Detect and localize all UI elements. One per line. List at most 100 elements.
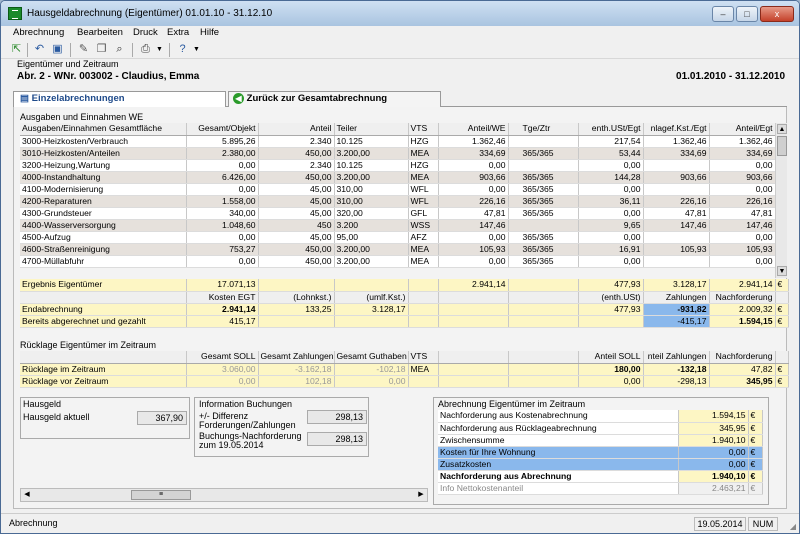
table-cell: 334,69 <box>643 147 710 160</box>
table-cell: 365/365 <box>508 171 579 184</box>
summary-header-lohn: (Lohnkst.) <box>258 291 335 304</box>
table-cell: 0,00 <box>186 183 259 196</box>
print-icon[interactable]: ⎙ <box>139 43 152 56</box>
undo-icon[interactable]: ↶ <box>33 43 46 56</box>
table-cell: MEA <box>408 171 439 184</box>
col-header-anteil-soll[interactable]: Anteil SOLL <box>578 351 644 364</box>
table-cell: 0,00 <box>709 255 776 268</box>
chevron-down-icon[interactable]: ▼ <box>190 43 203 56</box>
table-cell: 3200-Heizung,Wartung <box>20 159 187 172</box>
menu-abrechnung[interactable]: Abrechnung <box>13 27 64 38</box>
tab-einzelabrechnungen[interactable]: ▤ Einzelabrechnungen <box>13 91 226 108</box>
section-title-ruecklage: Rücklage Eigentümer im Zeitraum <box>20 340 157 350</box>
table-row[interactable]: 3000-Heizkosten/Verbrauch 5.895,26 2.340 10… <box>20 135 776 148</box>
search-icon[interactable]: ⌕ <box>113 43 126 56</box>
table-row[interactable]: 4100-Modernisierung 0,00 45,00 310,00 WFL 0,0… <box>20 183 776 196</box>
col-header-anteil-egt[interactable]: Anteil/Egt <box>709 123 776 136</box>
ruecklage-table[interactable]: Gesamt SOLL Gesamt Zahlungen Gesamt Guth… <box>20 351 789 388</box>
col-header-nachforderung[interactable]: Nachforderung <box>709 351 776 364</box>
result-kst: 3.128,17 <box>643 279 710 292</box>
col-header-anteil-we[interactable]: Anteil/WE <box>438 123 509 136</box>
exit-icon[interactable]: ⇱ <box>10 43 23 56</box>
col-header-anteil[interactable]: Anteil <box>258 123 335 136</box>
save-icon[interactable]: ▣ <box>51 43 64 56</box>
table-row[interactable]: 4400-Wasserversorgung 1.048,60 450 3.200 WSS… <box>20 219 776 232</box>
table-cell: 45,00 <box>258 195 335 208</box>
col-header-vts[interactable]: VTS <box>408 351 439 364</box>
table-cell: 16,91 <box>578 243 644 256</box>
table-cell: 0,00 <box>578 255 644 268</box>
bereits-row: Bereits abgerechnet und gezahlt 415,17 -… <box>20 315 789 328</box>
col-header-teiler[interactable]: Teiler <box>334 123 409 136</box>
table-row[interactable]: 4000-Instandhaltung 6.426,00 450,00 3.200,0… <box>20 171 776 184</box>
table-row[interactable]: 4500-Aufzug 0,00 45,00 95,00 AFZ 0,00 365/365 0… <box>20 231 776 244</box>
vertical-scrollbar[interactable]: ▲ ▼ <box>775 123 787 278</box>
menu-extra[interactable]: Extra <box>167 27 189 38</box>
maximize-button[interactable]: □ <box>736 6 758 22</box>
col-header-position[interactable]: Ausgaben/Einnahmen Gesamtfläche <box>20 123 187 136</box>
table-cell: 1.362,46 <box>643 135 710 148</box>
minimize-button[interactable]: – <box>712 6 734 22</box>
table-cell: HZG <box>408 159 439 172</box>
scroll-left-icon[interactable]: ◀ <box>22 490 32 500</box>
summary-table[interactable]: Ergebnis Eigentümer 17.071,13 2.941,14 4… <box>20 279 789 328</box>
table-cell: 334,69 <box>438 147 509 160</box>
table-cell: 0,00 <box>709 183 776 196</box>
summary-header-kosten: Kosten EGT <box>186 291 259 304</box>
table-cell: 10.125 <box>334 159 409 172</box>
edit-icon[interactable]: ✎ <box>77 43 90 56</box>
currency-label: € <box>748 482 763 495</box>
copy-icon[interactable]: ❐ <box>95 43 108 56</box>
menu-bearbeiten[interactable]: Bearbeiten <box>77 27 123 38</box>
table-cell: 1.048,60 <box>186 219 259 232</box>
col-header-tage[interactable]: Tge/Ztr <box>508 123 579 136</box>
col-header-gesamt-guthaben[interactable]: Gesamt Guthaben <box>334 351 409 364</box>
owner-name: Abr. 2 - WNr. 003002 - Claudius, Emma <box>17 71 200 82</box>
col-header-vts[interactable]: VTS <box>408 123 439 136</box>
table-cell: 3010-Heizkosten/Anteilen <box>20 147 187 160</box>
abrechnung-table: Nachforderung aus Kostenabrechnung 1.594,… <box>438 410 763 495</box>
scroll-thumb[interactable] <box>777 136 787 156</box>
table-cell <box>643 183 710 196</box>
col-header-gesamt-soll[interactable]: Gesamt SOLL <box>186 351 259 364</box>
ruecklage-row: Rücklage im Zeitraum 3.060,00 -3.162,18 … <box>20 363 789 376</box>
table-cell: 4200-Reparaturen <box>20 195 187 208</box>
col-header-gesamt-zahlungen[interactable]: Gesamt Zahlungen <box>258 351 335 364</box>
endabrechnung-row: Endabrechnung 2.941,14 133,25 3.128,17 4… <box>20 303 789 316</box>
table-row[interactable]: 4200-Reparaturen 1.558,00 45,00 310,00 WFL 22… <box>20 195 776 208</box>
endabrechnung-umlf: 3.128,17 <box>334 303 409 316</box>
table-cell <box>508 159 579 172</box>
help-icon[interactable]: ? <box>176 43 189 56</box>
col-header-gesamt[interactable]: Gesamt/Objekt <box>186 123 259 136</box>
table-cell: 144,28 <box>578 171 644 184</box>
table-cell: 450 <box>258 219 335 232</box>
scroll-right-icon[interactable]: ▶ <box>416 490 426 500</box>
table-row[interactable]: 3010-Heizkosten/Anteilen 2.380,00 450,00 3.… <box>20 147 776 160</box>
table-row[interactable]: 4300-Grundsteuer 340,00 45,00 320,00 GFL 47,8… <box>20 207 776 220</box>
scroll-thumb[interactable]: ≡ <box>131 490 191 500</box>
table-row[interactable]: 4600-Straßenreinigung 753,27 450,00 3.200,0… <box>20 243 776 256</box>
col-header-ust[interactable]: enth.USt/Egt <box>578 123 644 136</box>
menu-druck[interactable]: Druck <box>133 27 158 38</box>
table-cell: 147,46 <box>709 219 776 232</box>
close-button[interactable]: x <box>760 6 794 22</box>
title-bar[interactable]: Hausgeldabrechnung (Eigentümer) 01.01.10… <box>1 1 799 26</box>
col-header-kst[interactable]: nlagef.Kst./Egt <box>643 123 710 136</box>
abrechnung-value: 345,95 <box>678 422 749 435</box>
table-cell: 226,16 <box>709 195 776 208</box>
menu-hilfe[interactable]: Hilfe <box>200 27 219 38</box>
table-row[interactable]: 3200-Heizung,Wartung 0,00 2.340 10.125 HZG 0,… <box>20 159 776 172</box>
col-header-anteil-zahlungen[interactable]: nteil Zahlungen <box>643 351 710 364</box>
table-row[interactable]: 4700-Müllabfuhr 0,00 450,00 3.200,00 MEA 0,00… <box>20 255 776 268</box>
status-text: Abrechnung <box>9 518 58 528</box>
toolbar: ⇱ ↶ ▣ ✎ ❐ ⌕ ⎙ ▼ ? ▼ <box>1 41 799 59</box>
table-cell: 0,00 <box>438 183 509 196</box>
scroll-down-icon[interactable]: ▼ <box>777 266 787 276</box>
expenses-table[interactable]: Ausgaben/Einnahmen Gesamtfläche Gesamt/O… <box>20 123 776 268</box>
chevron-down-icon[interactable]: ▼ <box>153 43 166 56</box>
horizontal-scrollbar[interactable]: ◀ ≡ ▶ <box>20 488 428 502</box>
scroll-up-icon[interactable]: ▲ <box>777 124 787 134</box>
result-total: 17.071,13 <box>186 279 259 292</box>
tab-back-to-overview[interactable]: ◀ Zurück zur Gesamtabrechnung <box>228 91 441 107</box>
resize-grip-icon[interactable]: ◢ <box>790 522 796 531</box>
